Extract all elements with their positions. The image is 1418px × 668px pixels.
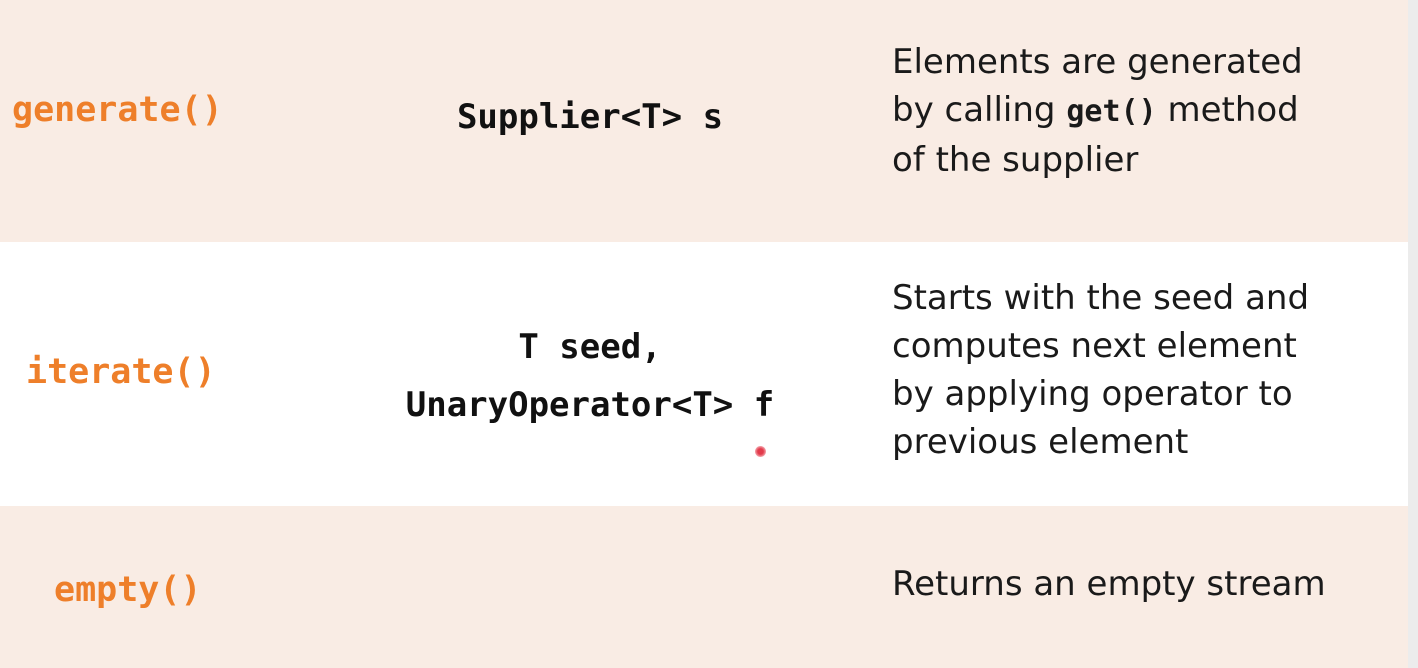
method-description: Returns an empty stream (892, 560, 1326, 608)
table-row-empty: empty() Returns an empty stream (0, 506, 1408, 668)
description-line: previous element (892, 422, 1189, 462)
param-line: T seed, (518, 327, 662, 367)
description-line: Elements are generated (892, 42, 1303, 82)
stream-methods-table: generate() Supplier<T> s Elements are ge… (0, 0, 1418, 668)
param-line: Supplier<T> s (456, 97, 724, 137)
method-params: Supplier<T> s (390, 88, 790, 146)
inline-code: get() (1066, 94, 1157, 129)
description-line: Starts with the seed and (892, 278, 1310, 318)
table-row-iterate: iterate() T seed, UnaryOperator<T> f Sta… (0, 242, 1408, 506)
method-description: Elements are generated by calling get() … (892, 38, 1303, 184)
description-line: of the supplier (892, 140, 1139, 180)
method-description: Starts with the seed and computes next e… (892, 274, 1309, 466)
method-name: empty() (54, 570, 202, 610)
description-line: by calling get() method (892, 86, 1303, 136)
description-line: Returns an empty stream (892, 564, 1326, 604)
method-params: T seed, UnaryOperator<T> f (320, 318, 860, 434)
param-line: UnaryOperator<T> f (405, 385, 775, 425)
method-name: generate() (12, 90, 223, 130)
method-name: iterate() (26, 352, 216, 392)
laser-pointer-icon (755, 446, 766, 457)
table-row-generate: generate() Supplier<T> s Elements are ge… (0, 0, 1408, 242)
description-text: method (1156, 90, 1299, 130)
description-line: by applying operator to (892, 374, 1293, 414)
right-edge-divider (1408, 0, 1418, 668)
description-text: by calling (892, 90, 1067, 130)
description-line: computes next element (892, 326, 1297, 366)
